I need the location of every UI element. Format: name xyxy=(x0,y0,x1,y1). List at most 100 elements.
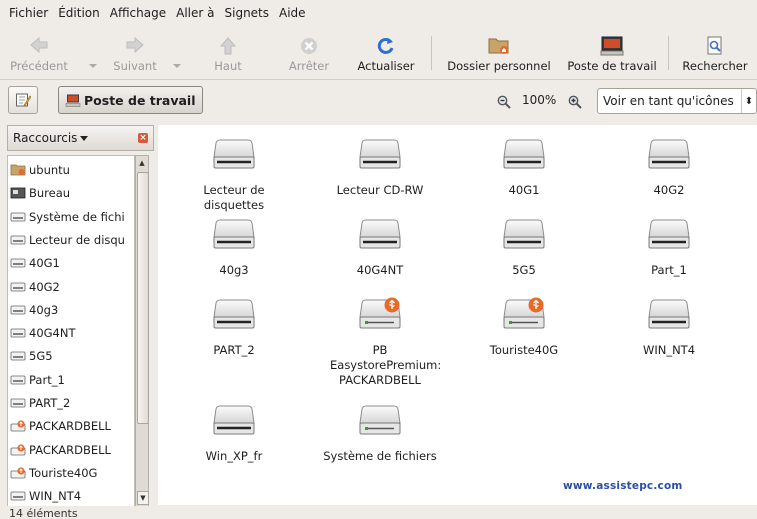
home-folder-icon xyxy=(10,164,26,176)
stop-icon xyxy=(301,38,317,54)
menu-fichier[interactable]: Fichier xyxy=(4,0,53,26)
arrow-up-icon xyxy=(219,37,237,55)
menu-label: Fichier xyxy=(9,6,49,20)
breadcrumb[interactable]: Poste de travail xyxy=(58,86,203,114)
menu-edition[interactable]: Édition xyxy=(53,0,105,26)
sidebar-item[interactable]: PACKARDBELL xyxy=(10,415,111,437)
usb-drive-icon xyxy=(454,297,594,335)
sidebar-item[interactable]: WIN_NT4 xyxy=(10,485,81,506)
sidebar-item-label: PART_2 xyxy=(29,396,71,410)
forward-history-arrow[interactable] xyxy=(173,64,181,68)
sidebar-item[interactable]: Part_1 xyxy=(10,369,65,391)
back-button[interactable]: Précédent xyxy=(8,28,70,78)
drive-item[interactable]: Win_XP_fr xyxy=(164,403,304,464)
toggle-location-button[interactable] xyxy=(8,86,38,114)
back-label: Précédent xyxy=(10,59,68,73)
drive-label: 40G2 xyxy=(653,183,685,197)
sidebar-item[interactable]: Bureau xyxy=(10,182,70,204)
filesystem-drive-icon xyxy=(310,403,450,441)
up-button[interactable]: Haut xyxy=(206,28,250,78)
zoom-in-icon[interactable] xyxy=(568,95,582,109)
drive-item[interactable]: Touriste40G xyxy=(454,297,594,358)
drive-item[interactable]: Part_1 xyxy=(599,217,739,278)
search-button[interactable]: Rechercher xyxy=(676,28,754,78)
scroll-up-icon[interactable]: ▲ xyxy=(137,157,147,169)
sidebar-item[interactable]: PART_2 xyxy=(10,392,70,414)
drive-item[interactable]: WIN_NT4 xyxy=(599,297,739,358)
sidebar-item-label: 40G4NT xyxy=(29,326,76,341)
sidebar-item-label: 5G5 xyxy=(29,349,53,364)
drive-item[interactable]: 40G1 xyxy=(454,137,594,198)
forward-button[interactable]: Suivant xyxy=(107,28,163,78)
desktop-icon xyxy=(10,187,26,199)
location-bar: Poste de travail 100% Voir en tant qu'ic… xyxy=(0,81,757,121)
drive-item[interactable]: 40G4NT xyxy=(310,217,450,278)
toolbar-separator xyxy=(431,36,432,70)
home-button[interactable]: Dossier personnel xyxy=(441,28,557,78)
drive-item[interactable]: 5G5 xyxy=(454,217,594,278)
search-label: Rechercher xyxy=(682,59,748,73)
drive-icon xyxy=(10,281,26,293)
computer-button[interactable]: Poste de travail xyxy=(562,28,662,78)
drive-label: 40g3 xyxy=(219,263,249,277)
menu-aide[interactable]: Aide xyxy=(274,0,311,26)
reload-icon xyxy=(377,37,394,54)
sidebar-item[interactable]: ubuntu xyxy=(10,159,70,181)
view-mode-select[interactable]: Voir en tant qu'icônes ⬍ xyxy=(597,88,757,114)
sidebar-item[interactable]: Système de fichi xyxy=(10,206,125,228)
computer-label: Poste de travail xyxy=(567,59,657,73)
drive-item[interactable]: PB EasystorePremium: PACKARDBELL xyxy=(310,297,450,388)
sidebar-item[interactable]: 40G2 xyxy=(10,276,60,298)
sidebar-item-label: ubuntu xyxy=(29,163,70,177)
drive-label: Système de fichiers xyxy=(323,449,437,463)
drive-label: Part_1 xyxy=(651,263,687,277)
drive-icon xyxy=(164,403,304,441)
scrollbar-thumb[interactable] xyxy=(137,172,149,424)
drive-icon xyxy=(310,217,450,255)
drive-icon xyxy=(10,234,26,246)
close-icon[interactable]: × xyxy=(138,133,148,143)
side-scrollbar[interactable]: ▲ ▼ xyxy=(135,155,149,507)
sidebar-item-label: 40G1 xyxy=(29,256,60,271)
drive-label: Lecteur CD-RW xyxy=(336,183,424,197)
sidebar-item[interactable]: 40g3 xyxy=(10,299,58,321)
usb-drive-icon xyxy=(310,297,450,335)
drive-item[interactable]: Système de fichiers xyxy=(310,403,450,464)
reload-button[interactable]: Actualiser xyxy=(352,28,420,78)
sidebar-item-label: Touriste40G xyxy=(29,465,98,480)
drive-icon xyxy=(10,350,26,362)
sidebar-item[interactable]: Touriste40G xyxy=(10,462,97,484)
menu-affichage[interactable]: Affichage xyxy=(105,0,171,26)
breadcrumb-label: Poste de travail xyxy=(84,92,196,108)
reload-label: Actualiser xyxy=(357,59,415,73)
cdrom-drive-icon xyxy=(310,137,450,175)
zoom-out-icon[interactable] xyxy=(497,95,511,109)
sidebar-item[interactable]: 40G4NT xyxy=(10,322,76,344)
drive-item[interactable]: Lecteur CD-RW xyxy=(310,137,450,198)
sidebar-item[interactable]: PACKARDBELL xyxy=(10,439,111,461)
drive-item[interactable]: PART_2 xyxy=(164,297,304,358)
menu-label: Affichage xyxy=(109,6,167,20)
menu-bar: Fichier Édition Affichage Aller à Signets Aid… xyxy=(0,0,757,26)
zoom-level[interactable]: 100% xyxy=(522,93,556,107)
menu-signets[interactable]: Signets xyxy=(220,0,275,26)
scroll-down-icon[interactable]: ▼ xyxy=(137,491,149,505)
toolbar: Précédent Suivant Haut Arrêter Actualise… xyxy=(0,26,757,80)
stop-label: Arrêter xyxy=(288,59,330,73)
arrow-right-icon xyxy=(126,36,144,54)
sidebar-item[interactable]: 5G5 xyxy=(10,345,53,367)
back-history-arrow[interactable] xyxy=(89,64,97,68)
drive-item[interactable]: 40G2 xyxy=(599,137,739,198)
sidebar-item[interactable]: Lecteur de disqu xyxy=(10,229,125,251)
drive-icon xyxy=(10,257,26,269)
drive-label: Touriste40G xyxy=(489,343,559,357)
up-label: Haut xyxy=(214,59,242,73)
drive-item[interactable]: Lecteur de disquettes xyxy=(164,137,304,213)
sidebar-item[interactable]: 40G1 xyxy=(10,252,60,274)
side-pane-selector[interactable]: Raccourcis × xyxy=(7,125,154,151)
drive-item[interactable]: 40g3 xyxy=(164,217,304,278)
drive-icon xyxy=(10,490,26,502)
stop-button[interactable]: Arrêter xyxy=(282,28,336,78)
drive-icon xyxy=(454,217,594,255)
menu-aller-a[interactable]: Aller à xyxy=(171,0,219,26)
